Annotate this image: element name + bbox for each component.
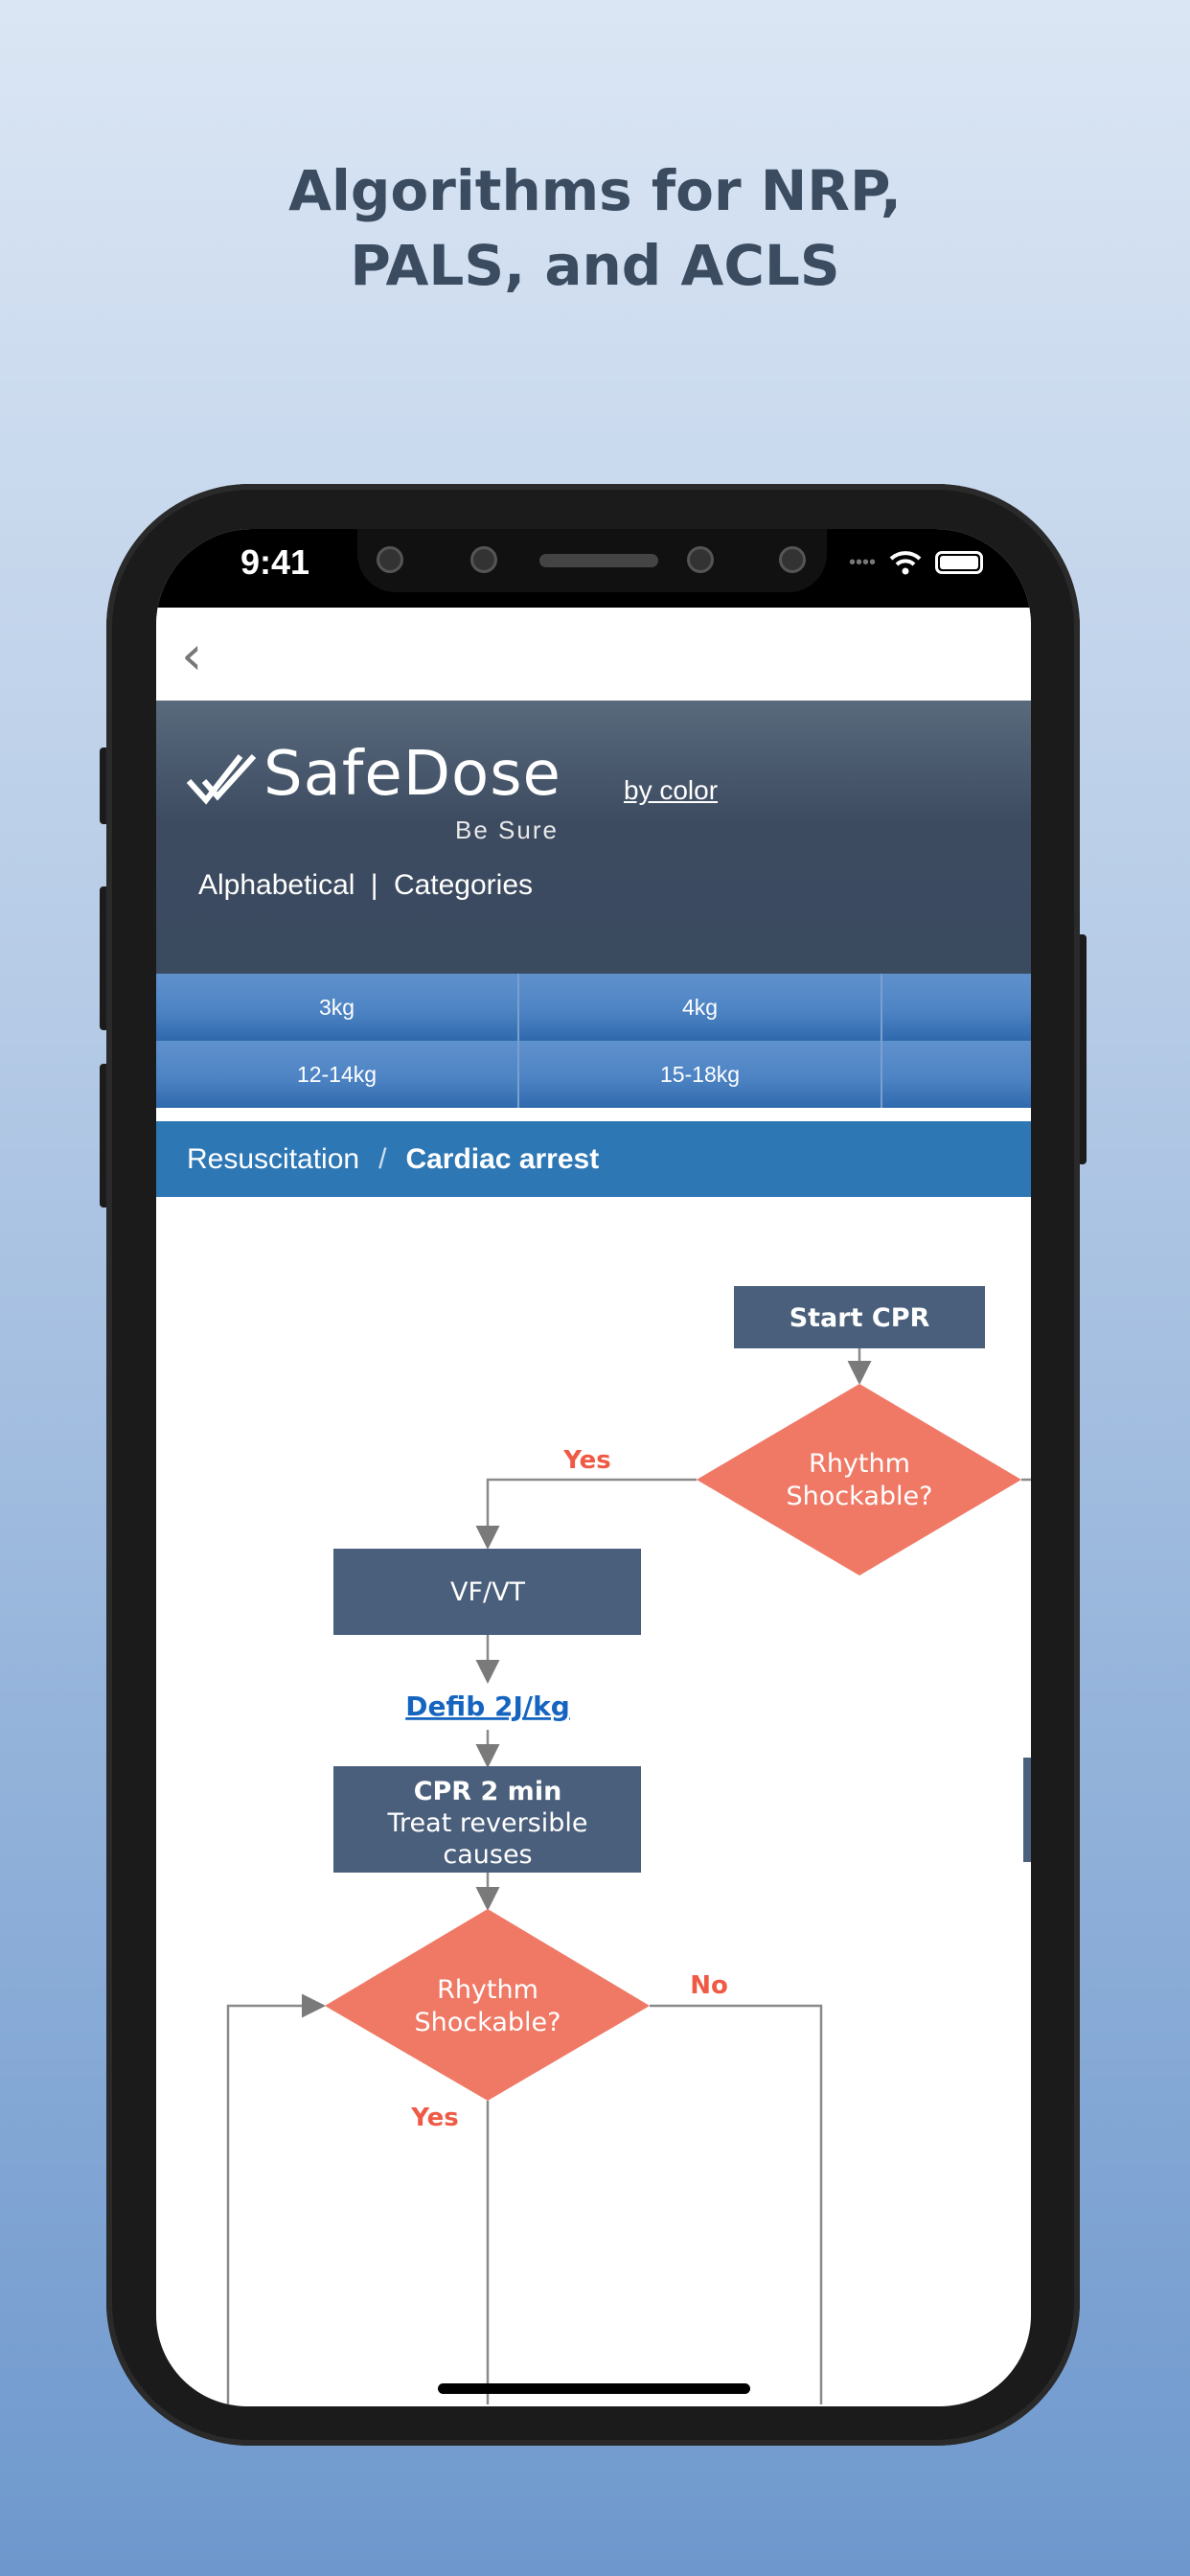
weight-row-1: 3kg 4kg: [156, 974, 1031, 1041]
rhythm-decision-1: [697, 1384, 1021, 1576]
weight-button[interactable]: 12-14kg: [156, 1041, 519, 1108]
phone-screen: 9:41 •••• ‹ SafeDose Be Sure by color Al…: [156, 529, 1031, 2406]
weight-button[interactable]: 3kg: [156, 974, 519, 1041]
cardiac-arrest-flowchart: Start CPR Rhythm Shockable? Yes VF/VT Def…: [226, 1286, 1031, 2404]
camera-icon: [470, 546, 497, 573]
notch: [357, 529, 827, 592]
wifi-icon: [889, 551, 922, 575]
breadcrumb-current: Cardiac arrest: [405, 1142, 600, 1175]
home-indicator[interactable]: [438, 2383, 750, 2394]
weight-button[interactable]: 4kg: [519, 974, 882, 1041]
logo-tagline: Be Sure: [455, 816, 559, 844]
breadcrumb-separator: /: [378, 1142, 387, 1175]
breadcrumb: Resuscitation / Cardiac arrest: [156, 1121, 1031, 1197]
camera-icon: [779, 546, 806, 573]
offscreen-box: [1023, 1758, 1031, 1862]
yes-label-1: Yes: [562, 1446, 611, 1475]
back-chevron-icon[interactable]: ‹: [181, 625, 202, 687]
links-divider: |: [370, 869, 378, 901]
by-color-link[interactable]: by color: [624, 775, 718, 806]
start-cpr-label: Start CPR: [790, 1303, 930, 1333]
logo-name: SafeDose: [263, 739, 561, 810]
categories-link[interactable]: Categories: [394, 869, 533, 901]
header-links: Alphabetical | Categories: [198, 869, 533, 902]
nav-bar: ‹: [156, 608, 1031, 701]
weight-button[interactable]: 1: [882, 1041, 1031, 1108]
rhythm-decision-2: [325, 1909, 650, 2101]
speaker: [539, 554, 658, 567]
weight-button[interactable]: [882, 974, 1031, 1041]
weight-row-2: 12-14kg 15-18kg 1: [156, 1041, 1031, 1108]
connector-line: [226, 1993, 326, 2404]
alphabetical-link[interactable]: Alphabetical: [198, 869, 355, 901]
connector-line: [650, 2004, 823, 2404]
vfvt-label: VF/VT: [450, 1577, 526, 1607]
headline-line-1: Algorithms for NRP,: [288, 158, 902, 223]
weight-button[interactable]: 15-18kg: [519, 1041, 882, 1108]
app-header: SafeDose Be Sure by color Alphabetical |…: [156, 701, 1031, 974]
defib-link[interactable]: Defib 2J/kg: [405, 1690, 570, 1722]
headline: Algorithms for NRP, PALS, and ACLS: [0, 153, 1190, 303]
no-label-2: No: [690, 1971, 728, 2000]
headline-line-2: PALS, and ACLS: [350, 233, 840, 298]
yes-label-2: Yes: [410, 2104, 459, 2132]
sensor-icon: [687, 546, 714, 573]
battery-icon: [935, 551, 983, 574]
connector-line: [475, 1478, 697, 1550]
sensor-icon: [377, 546, 403, 573]
checkmark-logo-icon: [187, 753, 257, 805]
status-time: 9:41: [240, 542, 310, 582]
signal-icon: ••••: [848, 551, 876, 573]
breadcrumb-parent[interactable]: Resuscitation: [187, 1143, 359, 1176]
status-bar: 9:41 ••••: [156, 529, 1031, 608]
